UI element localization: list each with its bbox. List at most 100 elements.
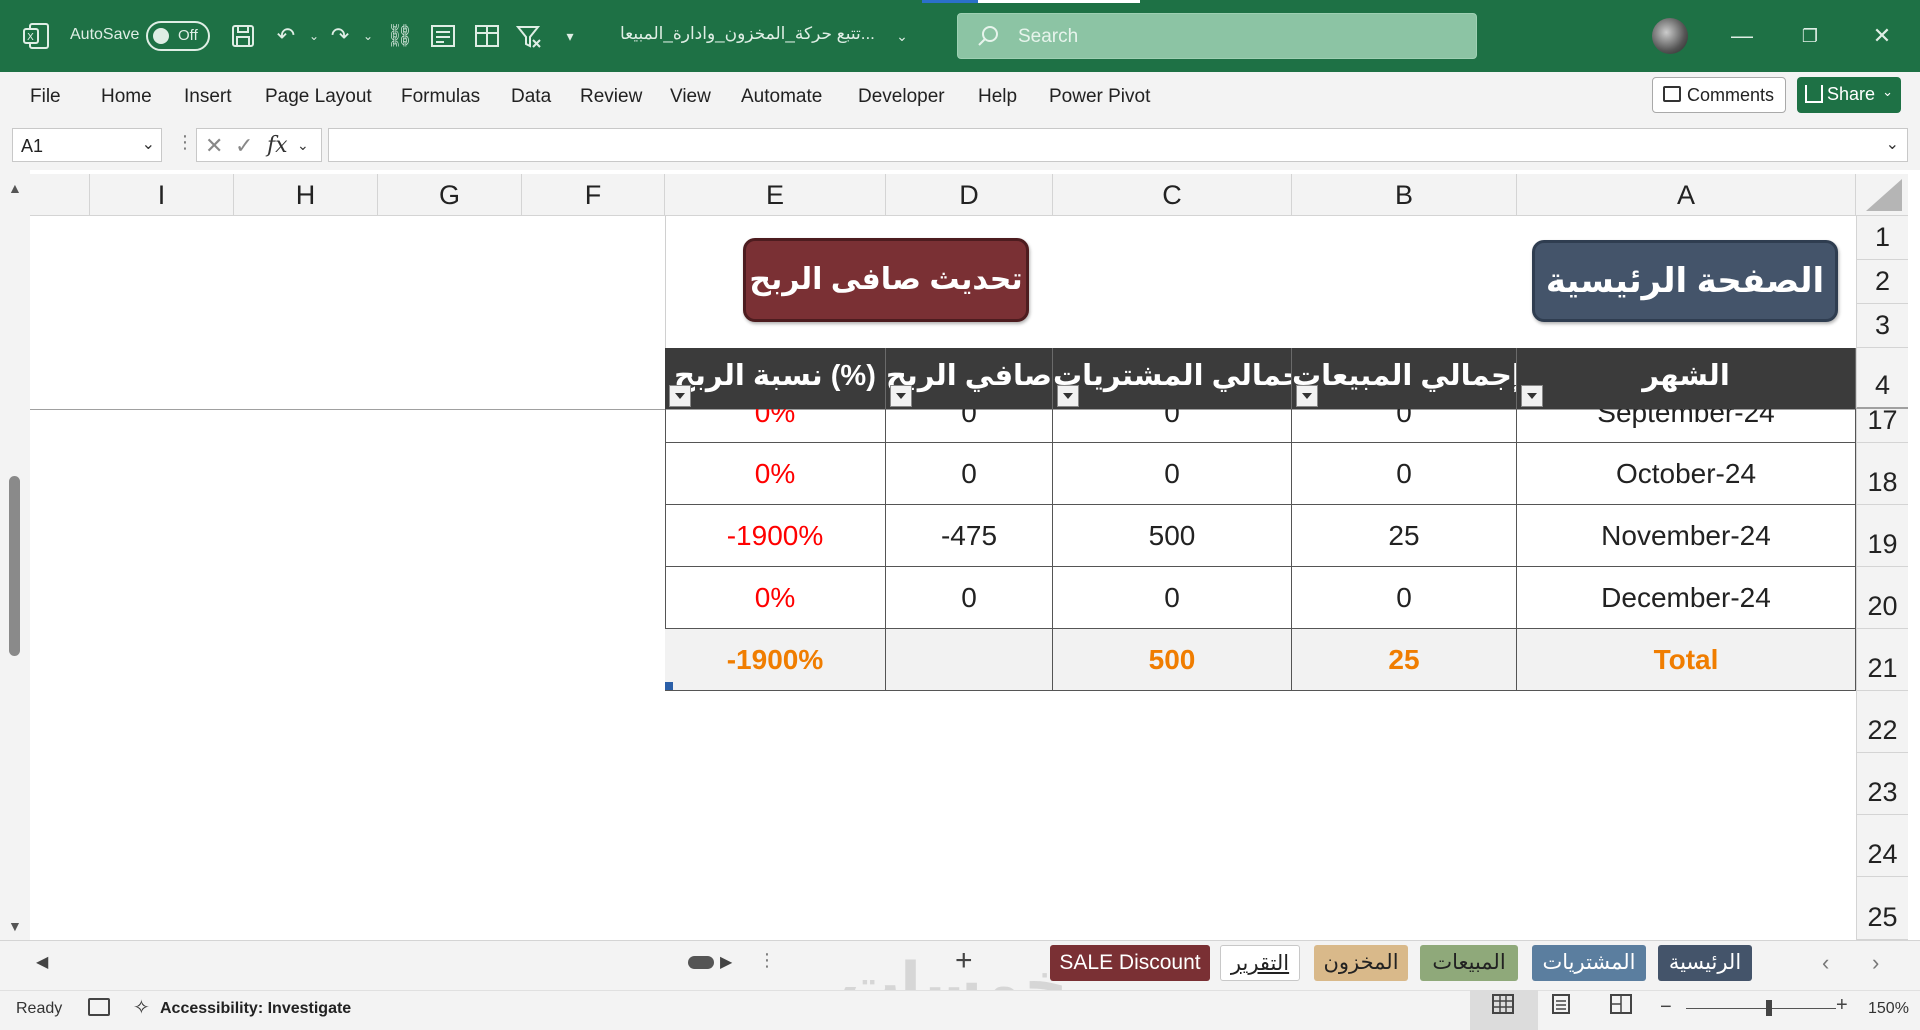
profile-avatar[interactable] bbox=[1652, 18, 1688, 54]
cell-net[interactable]: 0 bbox=[886, 409, 1053, 443]
row-header-1[interactable]: 1 bbox=[1856, 216, 1908, 260]
column-header-h[interactable]: H bbox=[234, 174, 378, 216]
scroll-up-icon[interactable]: ▲ bbox=[8, 180, 22, 196]
minimize-icon[interactable]: — bbox=[1722, 18, 1762, 54]
column-header-i[interactable]: I bbox=[90, 174, 234, 216]
menu-home[interactable]: Home bbox=[101, 86, 152, 108]
cell-net[interactable]: 0 bbox=[886, 567, 1053, 629]
cell-net[interactable]: 0 bbox=[886, 443, 1053, 505]
sheet-tab-sales[interactable]: المبيعات bbox=[1420, 945, 1518, 981]
menu-help[interactable]: Help bbox=[978, 86, 1017, 108]
cell-month[interactable]: November-24 bbox=[1517, 505, 1856, 567]
row-header-24[interactable]: 24 bbox=[1856, 815, 1908, 877]
autosave-toggle[interactable]: Off bbox=[146, 21, 210, 51]
cancel-icon[interactable]: ✕ bbox=[205, 133, 223, 159]
cell-sales[interactable]: 0 bbox=[1292, 567, 1517, 629]
cell-pct[interactable]: 0% bbox=[665, 567, 886, 629]
name-box-chevron-down-icon[interactable]: ⌄ bbox=[142, 134, 155, 154]
restore-icon[interactable]: ❐ bbox=[1790, 18, 1830, 54]
row-header-3[interactable]: 3 bbox=[1856, 304, 1908, 348]
cell-sales[interactable]: 25 bbox=[1292, 505, 1517, 567]
zoom-slider-knob[interactable] bbox=[1766, 1000, 1772, 1016]
header-profit-pct[interactable]: نسبة الربح (%) bbox=[665, 348, 886, 409]
add-sheet-icon[interactable]: + bbox=[955, 944, 973, 978]
hscroll-thumb[interactable] bbox=[688, 956, 714, 969]
menu-data[interactable]: Data bbox=[511, 86, 551, 108]
cell-pct[interactable]: -1900% bbox=[665, 505, 886, 567]
sheet-tab-report[interactable]: التقرير bbox=[1220, 945, 1300, 981]
menu-formulas[interactable]: Formulas bbox=[401, 86, 480, 108]
menu-power-pivot[interactable]: Power Pivot bbox=[1049, 86, 1150, 108]
row-header-17[interactable]: 17 bbox=[1856, 405, 1908, 443]
sheet-tab-home[interactable]: الرئيسية bbox=[1658, 945, 1752, 981]
form-icon[interactable] bbox=[430, 24, 456, 48]
update-net-profit-button[interactable]: تحديث صافى الربح bbox=[743, 238, 1029, 322]
vertical-scrollbar[interactable]: ▲ ▼ bbox=[0, 170, 30, 940]
total-label[interactable]: Total bbox=[1517, 629, 1856, 691]
scroll-down-icon[interactable]: ▼ bbox=[8, 918, 22, 934]
cell-month[interactable]: October-24 bbox=[1517, 443, 1856, 505]
total-net[interactable] bbox=[886, 629, 1053, 691]
column-header-e[interactable]: E bbox=[665, 174, 886, 216]
cell-month[interactable]: December-24 bbox=[1517, 567, 1856, 629]
name-box[interactable]: A1 ⌄ bbox=[12, 128, 162, 162]
filter-dropdown-icon[interactable] bbox=[669, 385, 691, 407]
cell-sales[interactable]: 0 bbox=[1292, 409, 1517, 443]
column-header-d[interactable]: D bbox=[886, 174, 1053, 216]
comments-button[interactable]: Comments bbox=[1652, 77, 1786, 113]
select-all-corner[interactable] bbox=[1856, 174, 1908, 216]
menu-review[interactable]: Review bbox=[580, 86, 642, 108]
save-icon[interactable] bbox=[230, 23, 256, 49]
row-header-20[interactable]: 20 bbox=[1856, 567, 1908, 629]
hscroll-left-icon[interactable]: ◀ bbox=[36, 952, 48, 972]
tab-scroll-right-icon[interactable]: › bbox=[1872, 950, 1879, 976]
column-header-a[interactable]: A bbox=[1517, 174, 1856, 216]
column-header-g[interactable]: G bbox=[378, 174, 522, 216]
redo-icon[interactable]: ↷ bbox=[326, 22, 354, 50]
menu-file[interactable]: File bbox=[30, 86, 61, 108]
zoom-slider[interactable] bbox=[1686, 1008, 1836, 1009]
tab-scroll-left-icon[interactable]: ‹ bbox=[1822, 950, 1829, 976]
hscroll-right-icon[interactable]: ▶ bbox=[720, 952, 732, 972]
tab-split-grip-icon[interactable]: ⋮ bbox=[758, 950, 776, 971]
row-header-22[interactable]: 22 bbox=[1856, 691, 1908, 753]
filter-dropdown-icon[interactable] bbox=[890, 385, 912, 407]
macro-recording-icon[interactable] bbox=[88, 998, 110, 1016]
close-icon[interactable]: ✕ bbox=[1862, 18, 1902, 54]
menu-page-layout[interactable]: Page Layout bbox=[265, 86, 372, 108]
zoom-out-icon[interactable]: − bbox=[1660, 996, 1672, 1019]
filter-dropdown-icon[interactable] bbox=[1521, 385, 1543, 407]
header-total-purchases[interactable]: إجمالي المشتريات bbox=[1053, 348, 1292, 409]
cell-purchases[interactable]: 0 bbox=[1053, 409, 1292, 443]
zoom-in-icon[interactable]: + bbox=[1836, 994, 1848, 1017]
row-header-2[interactable]: 2 bbox=[1856, 260, 1908, 304]
sheet-tab-purchases[interactable]: المشتريات bbox=[1532, 945, 1646, 981]
column-header-c[interactable]: C bbox=[1053, 174, 1292, 216]
page-break-view-icon[interactable] bbox=[1610, 994, 1632, 1014]
expand-formula-chevron-icon[interactable]: ⌄ bbox=[1886, 134, 1899, 154]
table-icon[interactable] bbox=[474, 24, 500, 48]
filter-dropdown-icon[interactable] bbox=[1057, 385, 1079, 407]
menu-automate[interactable]: Automate bbox=[741, 86, 822, 108]
row-header-21[interactable]: 21 bbox=[1856, 629, 1908, 691]
column-header-f[interactable]: F bbox=[522, 174, 665, 216]
row-header-19[interactable]: 19 bbox=[1856, 505, 1908, 567]
cell-pct[interactable]: 0% bbox=[665, 443, 886, 505]
cell-month[interactable]: September-24 bbox=[1517, 409, 1856, 443]
row-header-18[interactable]: 18 bbox=[1856, 443, 1908, 505]
sheet-tab-sale-discount[interactable]: SALE Discount bbox=[1050, 945, 1210, 981]
header-net-profit[interactable]: صافي الربح bbox=[886, 348, 1053, 409]
filter-dropdown-icon[interactable] bbox=[1296, 385, 1318, 407]
title-chevron-down-icon[interactable]: ⌄ bbox=[888, 22, 916, 50]
home-page-button[interactable]: الصفحة الرئيسية bbox=[1532, 240, 1838, 322]
normal-view-icon[interactable] bbox=[1492, 994, 1514, 1014]
cell-purchases[interactable]: 0 bbox=[1053, 443, 1292, 505]
total-purchases[interactable]: 500 bbox=[1053, 629, 1292, 691]
sheet-tab-inventory[interactable]: المخزون bbox=[1314, 945, 1408, 981]
row-header-23[interactable]: 23 bbox=[1856, 753, 1908, 815]
total-sales[interactable]: 25 bbox=[1292, 629, 1517, 691]
menu-developer[interactable]: Developer bbox=[858, 86, 945, 108]
header-total-sales[interactable]: إجمالي المبيعات bbox=[1292, 348, 1517, 409]
share-button[interactable]: Share ⌄ bbox=[1797, 77, 1901, 113]
fx-chevron-icon[interactable]: ⌄ bbox=[297, 137, 309, 154]
